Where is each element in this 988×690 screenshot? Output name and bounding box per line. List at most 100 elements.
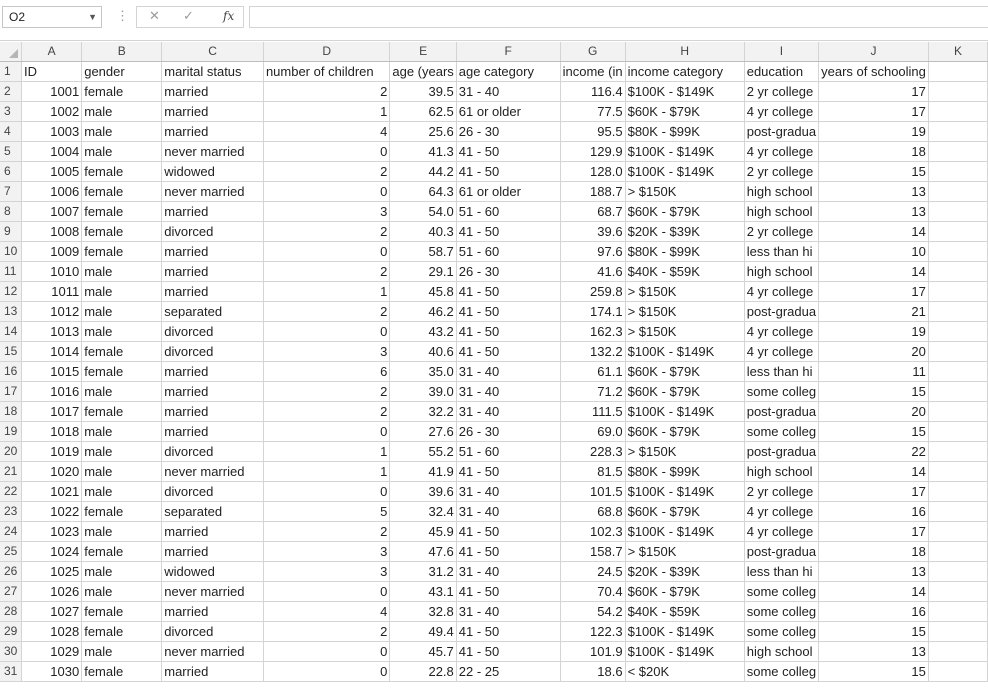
- data-cell[interactable]: 26 - 30: [456, 421, 561, 442]
- data-cell[interactable]: 17: [818, 481, 929, 502]
- data-cell[interactable]: 41 - 50: [456, 321, 561, 342]
- data-cell[interactable]: 1024: [21, 541, 83, 562]
- data-cell[interactable]: 1: [263, 101, 391, 122]
- data-cell[interactable]: male: [81, 101, 163, 122]
- data-cell[interactable]: separated: [161, 501, 264, 522]
- row-header[interactable]: 1: [0, 61, 23, 82]
- data-cell[interactable]: 11: [818, 361, 929, 382]
- data-cell[interactable]: male: [81, 461, 163, 482]
- data-cell[interactable]: 1026: [21, 581, 83, 602]
- data-cell[interactable]: [928, 421, 988, 442]
- data-cell[interactable]: female: [81, 541, 163, 562]
- data-cell[interactable]: 45.7: [389, 641, 457, 662]
- data-cell[interactable]: $80K - $99K: [625, 461, 745, 482]
- row-header[interactable]: 2: [0, 81, 23, 102]
- data-cell[interactable]: 1013: [21, 321, 83, 342]
- data-cell[interactable]: 1018: [21, 421, 83, 442]
- data-cell[interactable]: 1: [263, 281, 391, 302]
- data-cell[interactable]: 102.3: [560, 521, 626, 542]
- data-cell[interactable]: $60K - $79K: [625, 101, 745, 122]
- data-cell[interactable]: 2: [263, 301, 391, 322]
- data-cell[interactable]: 6: [263, 361, 391, 382]
- data-cell[interactable]: 32.2: [389, 401, 457, 422]
- header-cell[interactable]: marital status: [161, 61, 264, 82]
- data-cell[interactable]: 228.3: [560, 441, 626, 462]
- data-cell[interactable]: $100K - $149K: [625, 621, 745, 642]
- data-cell[interactable]: male: [81, 121, 163, 142]
- row-header[interactable]: 10: [0, 241, 23, 262]
- data-cell[interactable]: [928, 601, 988, 622]
- data-cell[interactable]: 21: [818, 301, 929, 322]
- data-cell[interactable]: 2: [263, 621, 391, 642]
- data-cell[interactable]: married: [161, 261, 264, 282]
- data-cell[interactable]: male: [81, 261, 163, 282]
- data-cell[interactable]: female: [81, 201, 163, 222]
- data-cell[interactable]: [928, 221, 988, 242]
- data-cell[interactable]: 41 - 50: [456, 301, 561, 322]
- data-cell[interactable]: male: [81, 641, 163, 662]
- data-cell[interactable]: 1010: [21, 261, 83, 282]
- data-cell[interactable]: 20: [818, 341, 929, 362]
- data-cell[interactable]: 4 yr college: [744, 341, 820, 362]
- data-cell[interactable]: female: [81, 181, 163, 202]
- data-cell[interactable]: married: [161, 541, 264, 562]
- data-cell[interactable]: 16: [818, 601, 929, 622]
- data-cell[interactable]: 32.8: [389, 601, 457, 622]
- data-cell[interactable]: 0: [263, 181, 391, 202]
- data-cell[interactable]: 18: [818, 541, 929, 562]
- data-cell[interactable]: widowed: [161, 561, 264, 582]
- data-cell[interactable]: 1029: [21, 641, 83, 662]
- row-header[interactable]: 30: [0, 641, 23, 662]
- row-header[interactable]: 21: [0, 461, 23, 482]
- data-cell[interactable]: 10: [818, 241, 929, 262]
- row-header[interactable]: 14: [0, 321, 23, 342]
- data-cell[interactable]: married: [161, 521, 264, 542]
- data-cell[interactable]: 111.5: [560, 401, 626, 422]
- data-cell[interactable]: some colleg: [744, 621, 820, 642]
- data-cell[interactable]: 0: [263, 241, 391, 262]
- data-cell[interactable]: [928, 541, 988, 562]
- data-cell[interactable]: [928, 481, 988, 502]
- data-cell[interactable]: 19: [818, 121, 929, 142]
- data-cell[interactable]: 4 yr college: [744, 521, 820, 542]
- data-cell[interactable]: 39.6: [560, 221, 626, 242]
- data-cell[interactable]: 24.5: [560, 561, 626, 582]
- data-cell[interactable]: 61 or older: [456, 181, 561, 202]
- data-cell[interactable]: [928, 101, 988, 122]
- header-cell[interactable]: education: [744, 61, 820, 82]
- data-cell[interactable]: [928, 641, 988, 662]
- row-header[interactable]: 26: [0, 561, 23, 582]
- row-header[interactable]: 28: [0, 601, 23, 622]
- data-cell[interactable]: 55.2: [389, 441, 457, 462]
- data-cell[interactable]: female: [81, 501, 163, 522]
- data-cell[interactable]: 51 - 60: [456, 241, 561, 262]
- data-cell[interactable]: 45.9: [389, 521, 457, 542]
- data-cell[interactable]: 14: [818, 221, 929, 242]
- data-cell[interactable]: post-gradua: [744, 301, 820, 322]
- data-cell[interactable]: male: [81, 381, 163, 402]
- data-cell[interactable]: 31 - 40: [456, 361, 561, 382]
- header-cell[interactable]: ID: [21, 61, 83, 82]
- data-cell[interactable]: male: [81, 141, 163, 162]
- data-cell[interactable]: 41 - 50: [456, 281, 561, 302]
- data-cell[interactable]: > $150K: [625, 181, 745, 202]
- data-cell[interactable]: 41 - 50: [456, 161, 561, 182]
- data-cell[interactable]: 1: [263, 461, 391, 482]
- data-cell[interactable]: widowed: [161, 161, 264, 182]
- data-cell[interactable]: married: [161, 81, 264, 102]
- row-header[interactable]: 16: [0, 361, 23, 382]
- data-cell[interactable]: 5: [263, 501, 391, 522]
- row-header[interactable]: 12: [0, 281, 23, 302]
- data-cell[interactable]: [928, 561, 988, 582]
- data-cell[interactable]: 188.7: [560, 181, 626, 202]
- data-cell[interactable]: divorced: [161, 341, 264, 362]
- data-cell[interactable]: 1006: [21, 181, 83, 202]
- data-cell[interactable]: 15: [818, 421, 929, 442]
- data-cell[interactable]: 174.1: [560, 301, 626, 322]
- data-cell[interactable]: 1027: [21, 601, 83, 622]
- data-cell[interactable]: post-gradua: [744, 121, 820, 142]
- data-cell[interactable]: 77.5: [560, 101, 626, 122]
- data-cell[interactable]: 13: [818, 561, 929, 582]
- data-cell[interactable]: > $150K: [625, 321, 745, 342]
- header-cell[interactable]: age (years: [389, 61, 457, 82]
